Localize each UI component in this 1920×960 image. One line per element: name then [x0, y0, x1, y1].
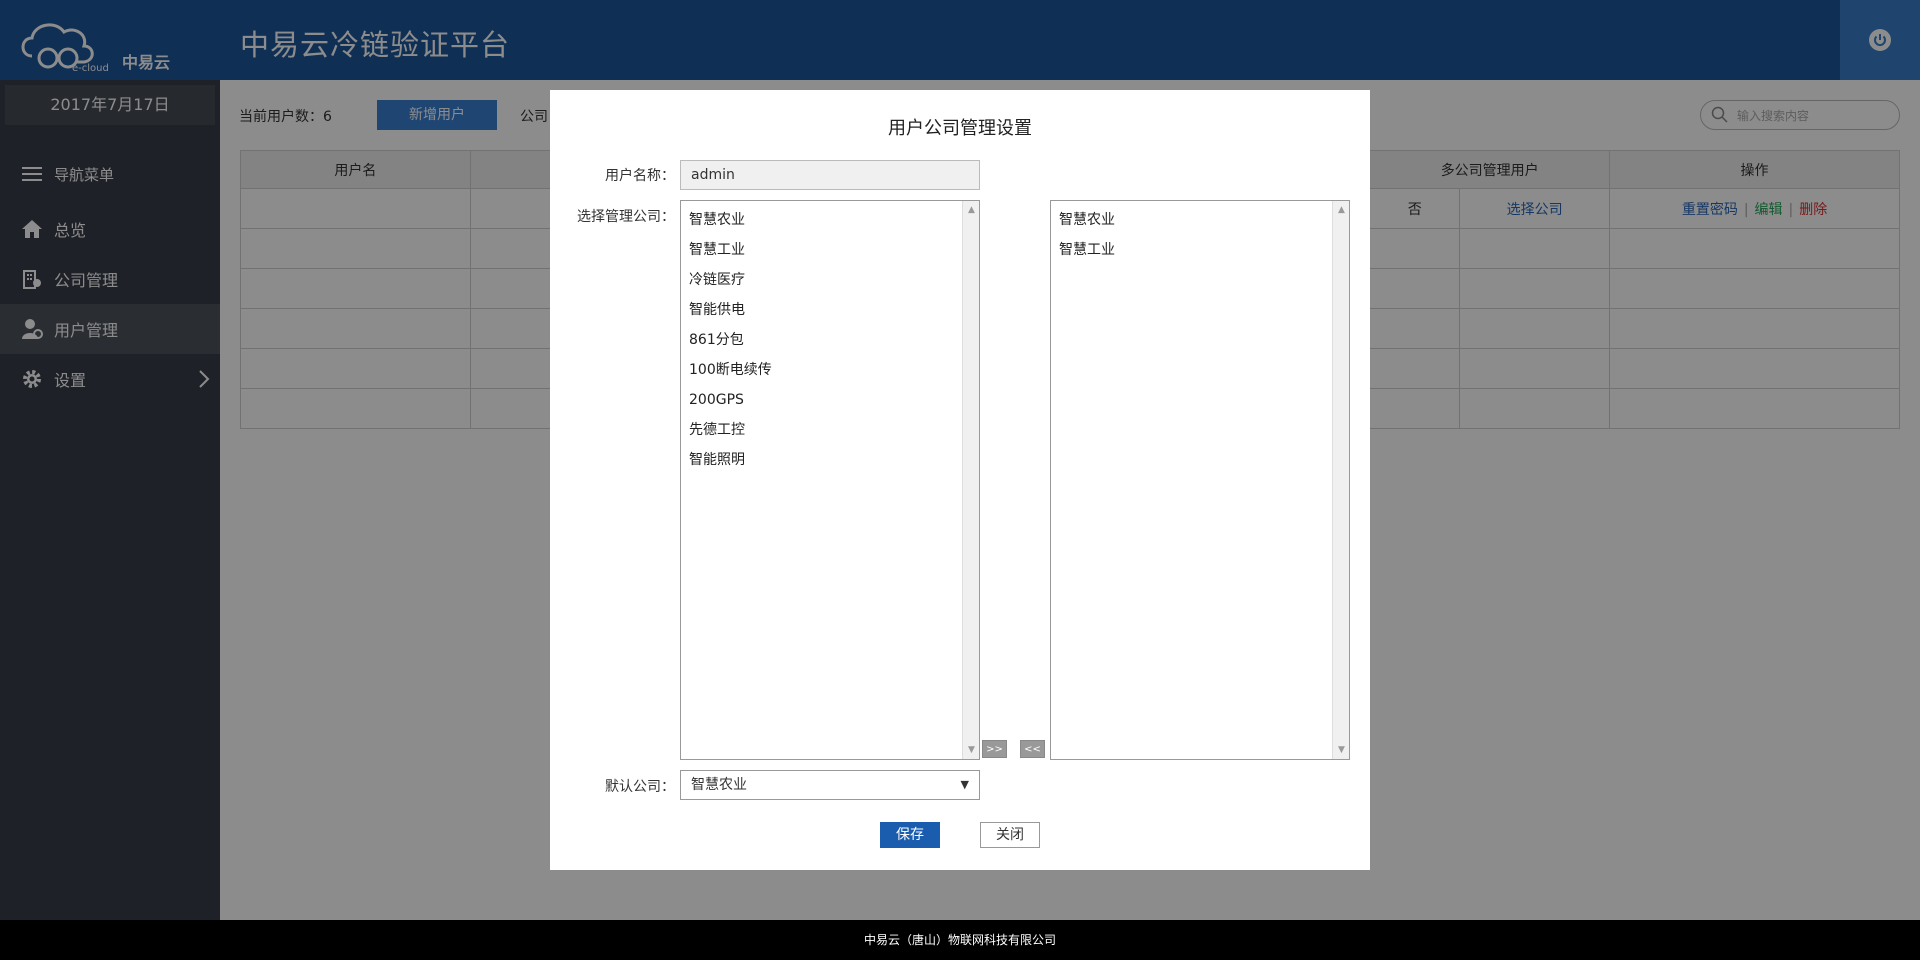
default-company-value: 智慧农业: [691, 777, 747, 793]
default-company-select[interactable]: 智慧农业 ▼: [680, 770, 980, 800]
scrollbar[interactable]: ▲ ▼: [962, 201, 979, 759]
select-company-label: 选择管理公司：: [577, 209, 675, 225]
list-item[interactable]: 智能供电: [681, 295, 961, 325]
available-companies-list[interactable]: 智慧农业 智慧工业 冷链医疗 智能供电 861分包 100断电续传 200GPS…: [680, 200, 980, 760]
username-label: 用户名称：: [605, 168, 675, 184]
default-company-label: 默认公司：: [605, 779, 675, 795]
list-item[interactable]: 智慧工业: [1051, 235, 1331, 265]
scroll-up-icon[interactable]: ▲: [1336, 203, 1347, 217]
scrollbar[interactable]: ▲ ▼: [1332, 201, 1349, 759]
company-settings-dialog: 用户公司管理设置 用户名称： admin 选择管理公司： 智慧农业 智慧工业 冷…: [550, 90, 1370, 870]
scroll-up-icon[interactable]: ▲: [966, 203, 977, 217]
footer: 中易云（唐山）物联网科技有限公司: [0, 920, 1920, 960]
remove-company-button[interactable]: <<: [1020, 740, 1045, 758]
list-item[interactable]: 智慧农业: [1051, 205, 1331, 235]
list-item[interactable]: 861分包: [681, 325, 961, 355]
add-company-button[interactable]: >>: [982, 740, 1007, 758]
dialog-title: 用户公司管理设置: [888, 118, 1032, 139]
list-item[interactable]: 100断电续传: [681, 355, 961, 385]
selected-companies-list[interactable]: 智慧农业 智慧工业 ▲ ▼: [1050, 200, 1350, 760]
close-button[interactable]: 关闭: [980, 822, 1040, 848]
dropdown-caret-icon: ▼: [960, 778, 969, 791]
save-button[interactable]: 保存: [880, 822, 940, 848]
list-item[interactable]: 智慧农业: [681, 205, 961, 235]
list-item[interactable]: 先德工控: [681, 415, 961, 445]
list-item[interactable]: 冷链医疗: [681, 265, 961, 295]
list-item[interactable]: 智慧工业: [681, 235, 961, 265]
list-item[interactable]: 智能照明: [681, 445, 961, 475]
scroll-down-icon[interactable]: ▼: [966, 743, 977, 757]
username-field: admin: [680, 160, 980, 190]
scroll-down-icon[interactable]: ▼: [1336, 743, 1347, 757]
list-item[interactable]: 200GPS: [681, 385, 961, 415]
